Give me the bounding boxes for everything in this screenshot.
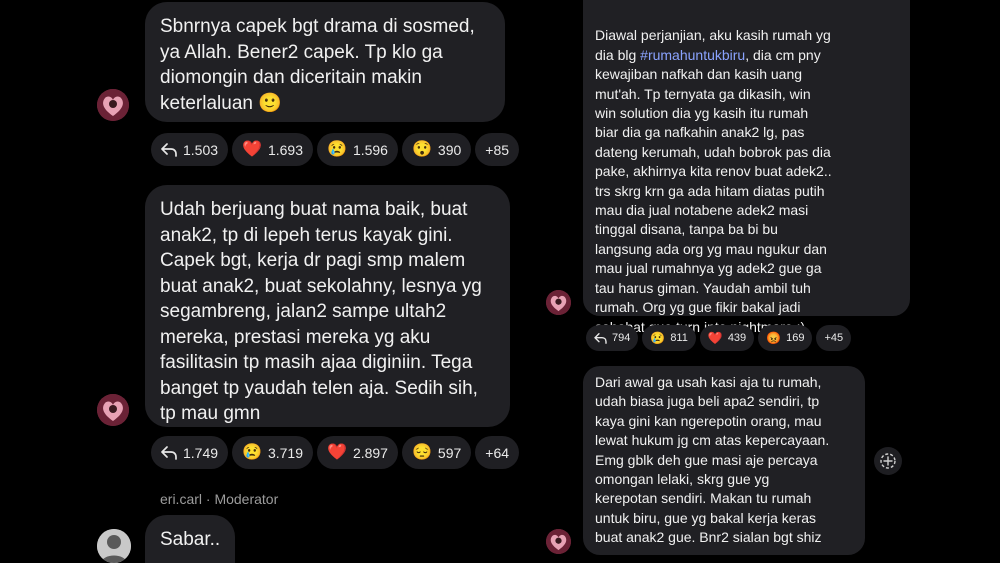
avatar[interactable]	[97, 394, 129, 426]
heart-icon: ❤️	[242, 140, 262, 158]
add-reaction-icon	[880, 453, 896, 469]
reaction-count: 390	[437, 141, 462, 158]
reply-icon	[161, 445, 177, 460]
reaction-bar: 1.503 ❤️ 1.693 😢 1.596 😯 390 +85	[151, 133, 520, 166]
avatar[interactable]	[546, 290, 571, 315]
reply-count-button[interactable]: 1.749	[151, 436, 229, 469]
more-reactions[interactable]: +45	[816, 325, 852, 351]
reaction-bar: 794 😢 811 ❤️ 439 😡 169 +45	[586, 325, 852, 351]
avatar[interactable]	[546, 529, 571, 554]
reaction-cry[interactable]: 😢 1.596	[317, 133, 398, 166]
avatar[interactable]	[97, 529, 131, 563]
reaction-count: 439	[727, 332, 747, 344]
avatar-icon	[546, 290, 571, 315]
angry-face-icon: 😡	[766, 331, 782, 345]
reaction-count: 1.693	[267, 141, 304, 158]
left-thread: Sbnrnya capek bgt drama di sosmed, ya Al…	[0, 0, 520, 563]
reaction-heart[interactable]: ❤️ 1.693	[232, 133, 314, 166]
avatar-icon	[97, 529, 131, 563]
reply-count: 1.749	[183, 444, 219, 461]
surprised-face-icon: 😯	[411, 140, 432, 158]
reaction-heart[interactable]: ❤️ 439	[699, 325, 755, 351]
message-bubble[interactable]: Sabar..	[145, 515, 235, 563]
reaction-count: 3.719	[267, 444, 304, 461]
reaction-angry[interactable]: 😡 169	[758, 325, 813, 351]
reply-icon	[594, 332, 607, 344]
reply-count: 794	[612, 332, 631, 344]
reaction-count: 597	[437, 444, 462, 461]
reaction-sad[interactable]: 😔 597	[401, 436, 472, 469]
heart-icon: ❤️	[327, 443, 347, 461]
message-bubble[interactable]: Udah berjuang buat nama baik, buat anak2…	[145, 185, 510, 427]
avatar-icon	[546, 529, 571, 554]
avatar-icon	[97, 394, 129, 426]
add-reaction-button[interactable]	[874, 447, 902, 475]
message-bubble[interactable]: Diawal perjanjian, aku kasih rumah yg di…	[583, 0, 910, 335]
moderator-label: eri.carl · Moderator	[160, 491, 279, 507]
hashtag-link[interactable]: #rumahuntukbiru	[640, 47, 745, 63]
reaction-cry[interactable]: 😢 3.719	[232, 436, 314, 469]
crying-face-icon: 😢	[327, 140, 347, 158]
reply-count: 1.503	[183, 141, 219, 158]
reaction-cry[interactable]: 😢 811	[642, 325, 696, 351]
more-reactions-count: +64	[485, 444, 510, 461]
reply-count-button[interactable]: 794	[586, 325, 639, 351]
right-thread: Diawal perjanjian, aku kasih rumah yg di…	[540, 0, 1000, 563]
message-bubble[interactable]: Dari awal ga usah kasi aja tu rumah, uda…	[583, 366, 865, 555]
reply-icon	[161, 142, 177, 157]
message-bubble[interactable]: Sbnrnya capek bgt drama di sosmed, ya Al…	[145, 2, 505, 122]
crying-face-icon: 😢	[242, 443, 262, 461]
reply-count-button[interactable]: 1.503	[151, 133, 229, 166]
message-text: , dia cm pny kewajiban nafkah dan kasih …	[595, 46, 832, 335]
crying-face-icon: 😢	[650, 331, 666, 345]
avatar[interactable]	[97, 89, 129, 121]
heart-icon: ❤️	[707, 331, 723, 345]
avatar-icon	[97, 89, 129, 121]
more-reactions[interactable]: +85	[475, 133, 520, 166]
reaction-bar: 1.749 😢 3.719 ❤️ 2.897 😔 597 +64	[151, 436, 520, 469]
reaction-count: 811	[670, 332, 688, 344]
reaction-wow[interactable]: 😯 390	[401, 133, 472, 166]
more-reactions-count: +85	[485, 141, 510, 158]
more-reactions[interactable]: +64	[475, 436, 520, 469]
sad-face-icon: 😔	[411, 443, 432, 461]
reaction-count: 169	[786, 332, 805, 344]
reaction-count: 2.897	[352, 444, 388, 461]
more-reactions-count: +45	[824, 332, 844, 344]
reaction-heart[interactable]: ❤️ 2.897	[317, 436, 398, 469]
reaction-count: 1.596	[352, 141, 388, 158]
